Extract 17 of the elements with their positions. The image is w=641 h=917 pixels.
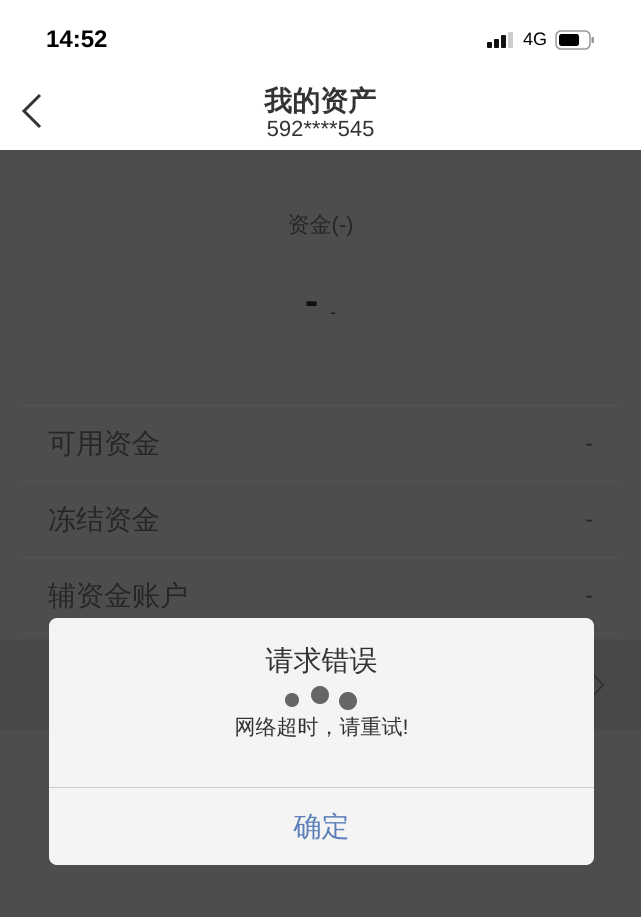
dialog-title: 请求错误 [266,644,378,678]
chevron-right-icon [591,672,605,698]
account-number: 592****545 [266,116,374,140]
loading-icon [284,686,360,710]
confirm-button[interactable]: 确定 [49,787,594,865]
page-title: 我的资产 [264,84,376,116]
summary-unit: - [330,303,336,321]
back-icon[interactable] [20,93,44,129]
row-value: - [585,504,593,534]
row-value: - [585,580,593,610]
row-value: - [585,428,593,458]
summary-value: - [304,281,318,321]
dialog-message: 网络超时，请重试! [234,715,408,741]
battery-icon [555,30,595,50]
network-label: 4G [522,28,547,51]
status-time: 14:52 [46,24,108,54]
signal-icon [486,32,515,48]
